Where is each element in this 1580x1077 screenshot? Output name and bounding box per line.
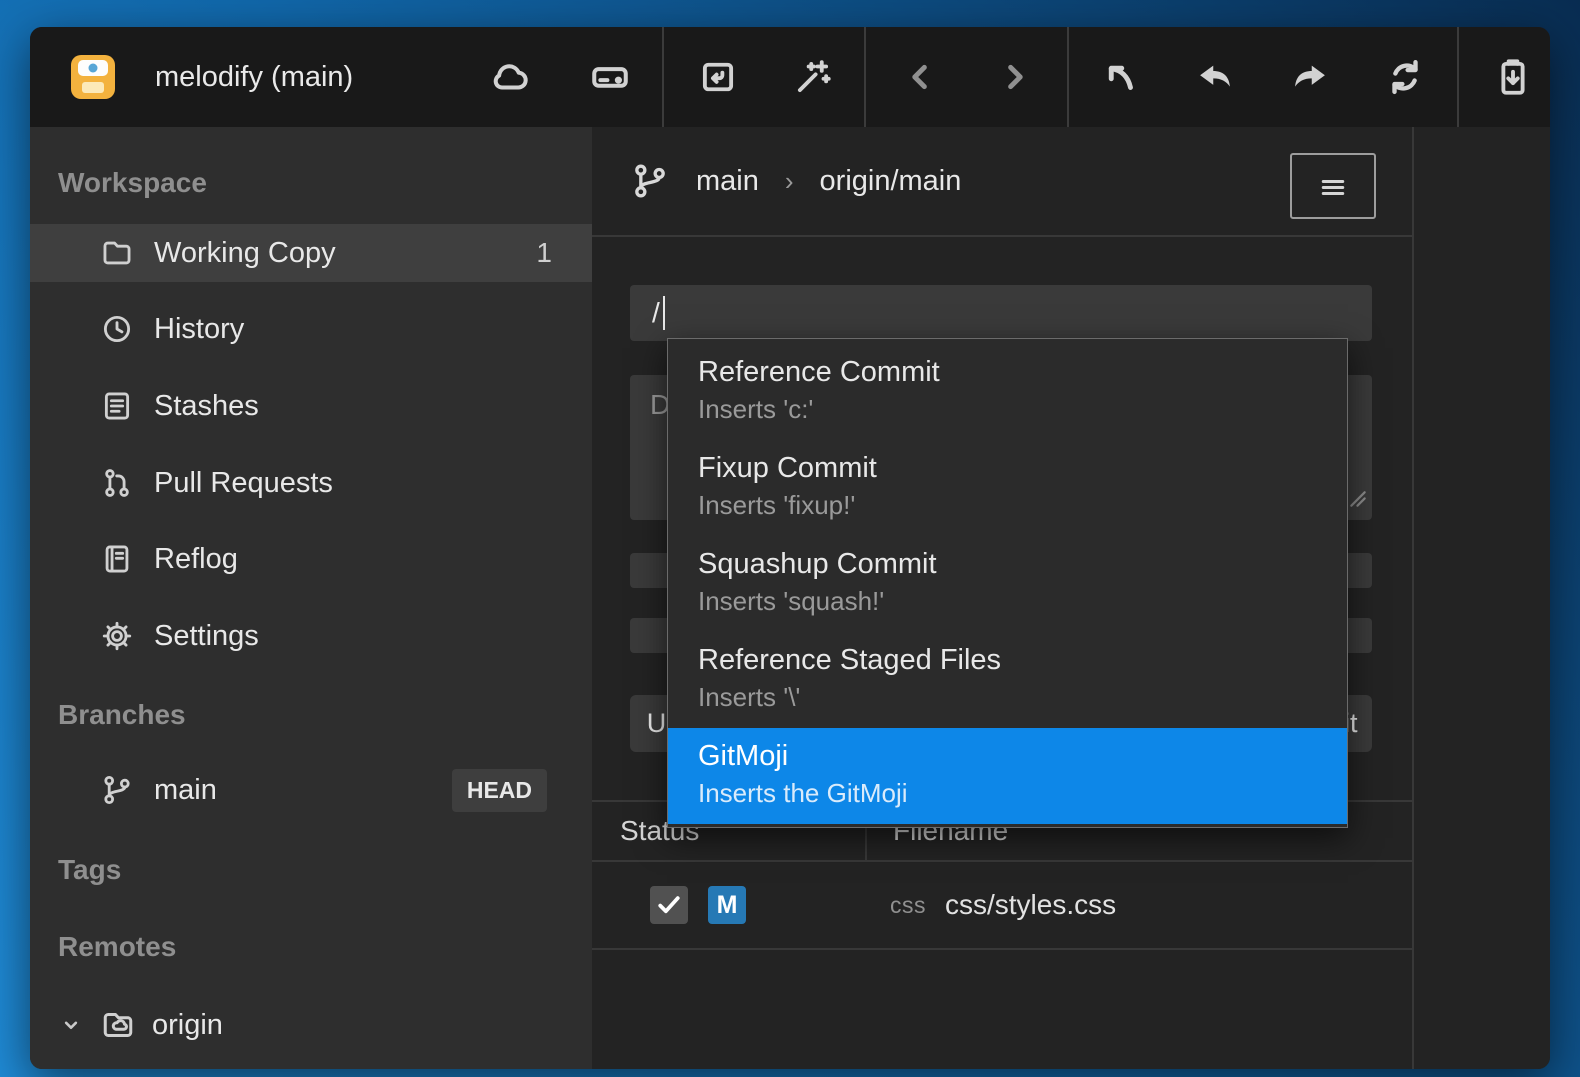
pull-arrow-icon [1194,56,1236,98]
back-button[interactable] [892,49,948,105]
sidebar-item-label: Stashes [154,390,259,423]
autocomplete-item-squashup-commit[interactable]: Squashup Commit Inserts 'squash!' [668,536,1347,632]
pull-request-icon [100,466,134,500]
integrate-arrow-icon [1099,56,1141,98]
reflog-journal-icon [100,542,134,576]
panel-divider [1412,127,1414,1069]
table-row[interactable]: M css css/styles.css [592,862,1412,950]
sidebar-item-history[interactable]: History [30,300,592,358]
repository-button[interactable] [690,49,746,105]
toolbar-separator [1067,27,1069,127]
autocomplete-item-title: Reference Commit [698,354,1347,390]
sidebar-item-label: History [154,313,244,346]
sidebar-item-stashes[interactable]: Stashes [30,377,592,435]
branch-icon [100,773,134,807]
working-copy-count-badge: 1 [536,237,552,269]
sidebar-item-branch-main[interactable]: main HEAD [30,760,592,820]
repository-icon [697,56,739,98]
upstream-branch-label[interactable]: origin/main [820,165,962,198]
branches-heading: Branches [30,692,592,738]
sidebar-item-label: Pull Requests [154,467,333,500]
chevron-down-icon[interactable] [58,1012,84,1038]
toolbar-separator [1457,27,1459,127]
autocomplete-item-reference-commit[interactable]: Reference Commit Inserts 'c:' [668,344,1347,440]
sidebar-item-pull-requests[interactable]: Pull Requests [30,454,592,512]
autocomplete-item-reference-staged-files[interactable]: Reference Staged Files Inserts '\' [668,632,1347,728]
filename-label: css/styles.css [945,862,1116,948]
branch-name-label: main [154,774,217,807]
branch-menu-button[interactable] [1290,153,1376,219]
push-button[interactable] [1282,49,1338,105]
pull-button[interactable] [1187,49,1243,105]
check-icon [654,890,684,920]
sidebar-item-reflog[interactable]: Reflog [30,530,592,588]
autocomplete-item-subtitle: Inserts the GitMoji [698,774,1347,812]
autocomplete-item-subtitle: Inserts 'fixup!' [698,486,1347,524]
remotes-heading: Remotes [30,924,592,970]
drive-icon [589,56,631,98]
autocomplete-item-title: GitMoji [698,738,1347,774]
autocomplete-item-title: Fixup Commit [698,450,1347,486]
integrate-button[interactable] [1092,49,1148,105]
stashes-note-icon [100,389,134,423]
sidebar-item-settings[interactable]: Settings [30,607,592,665]
sync-button[interactable] [1377,49,1433,105]
cloud-button[interactable] [482,49,538,105]
titlebar: melodify (main) [30,27,1550,127]
command-palette-wand-icon [792,56,834,98]
drive-button[interactable] [582,49,638,105]
sidebar: Workspace Working Copy 1 History [30,127,592,1069]
sidebar-item-label: Working Copy [154,237,336,270]
workspace-heading: Workspace [30,160,592,206]
forward-button[interactable] [987,49,1043,105]
resize-grip[interactable] [1348,484,1368,516]
hamburger-menu-icon [1315,168,1351,204]
remote-name-label: origin [152,1009,223,1042]
gear-icon [100,619,134,653]
autocomplete-item-title: Squashup Commit [698,546,1347,582]
window-title: melodify (main) [155,27,353,127]
remote-folder-icon [100,1007,136,1043]
toolbar-separator [662,27,664,127]
stage-checkbox[interactable] [650,886,688,924]
autocomplete-item-title: Reference Staged Files [698,642,1347,678]
sync-arrows-icon [1384,56,1426,98]
push-arrow-icon [1289,56,1331,98]
branch-bar: main › origin/main [592,127,1412,237]
breadcrumb-chevron: › [785,166,794,197]
stash-button[interactable] [1485,49,1541,105]
autocomplete-item-subtitle: Inserts 'c:' [698,390,1347,428]
history-clock-icon [100,312,134,346]
sidebar-item-label: Reflog [154,543,238,576]
command-palette-button[interactable] [785,49,841,105]
text-caret [663,296,665,330]
toolbar-separator [864,27,866,127]
head-badge: HEAD [452,769,547,812]
modified-status-badge: M [708,886,746,924]
autocomplete-item-subtitle: Inserts '\' [698,678,1347,716]
stash-clipboard-icon [1492,56,1534,98]
sidebar-item-remote-origin[interactable]: origin [30,995,592,1055]
commit-summary-input[interactable]: / [630,285,1372,341]
sidebar-item-working-copy[interactable]: Working Copy 1 [30,224,592,282]
autocomplete-item-gitmoji[interactable]: GitMoji Inserts the GitMoji [668,728,1347,824]
melodify-app-icon [68,52,118,102]
back-chevron-icon [899,56,941,98]
file-type-label: css [890,862,926,948]
autocomplete-popup: Reference Commit Inserts 'c:' Fixup Comm… [667,338,1348,828]
autocomplete-item-subtitle: Inserts 'squash!' [698,582,1347,620]
autocomplete-item-fixup-commit[interactable]: Fixup Commit Inserts 'fixup!' [668,440,1347,536]
commit-summary-value: / [652,297,660,329]
current-branch-label[interactable]: main [696,165,759,198]
branch-icon [630,161,670,201]
sidebar-item-label: Settings [154,620,259,653]
forward-chevron-icon [994,56,1036,98]
tags-heading: Tags [30,847,592,893]
cloud-icon [489,56,531,98]
folder-icon [100,236,134,270]
app-window: melodify (main) [30,27,1550,1069]
